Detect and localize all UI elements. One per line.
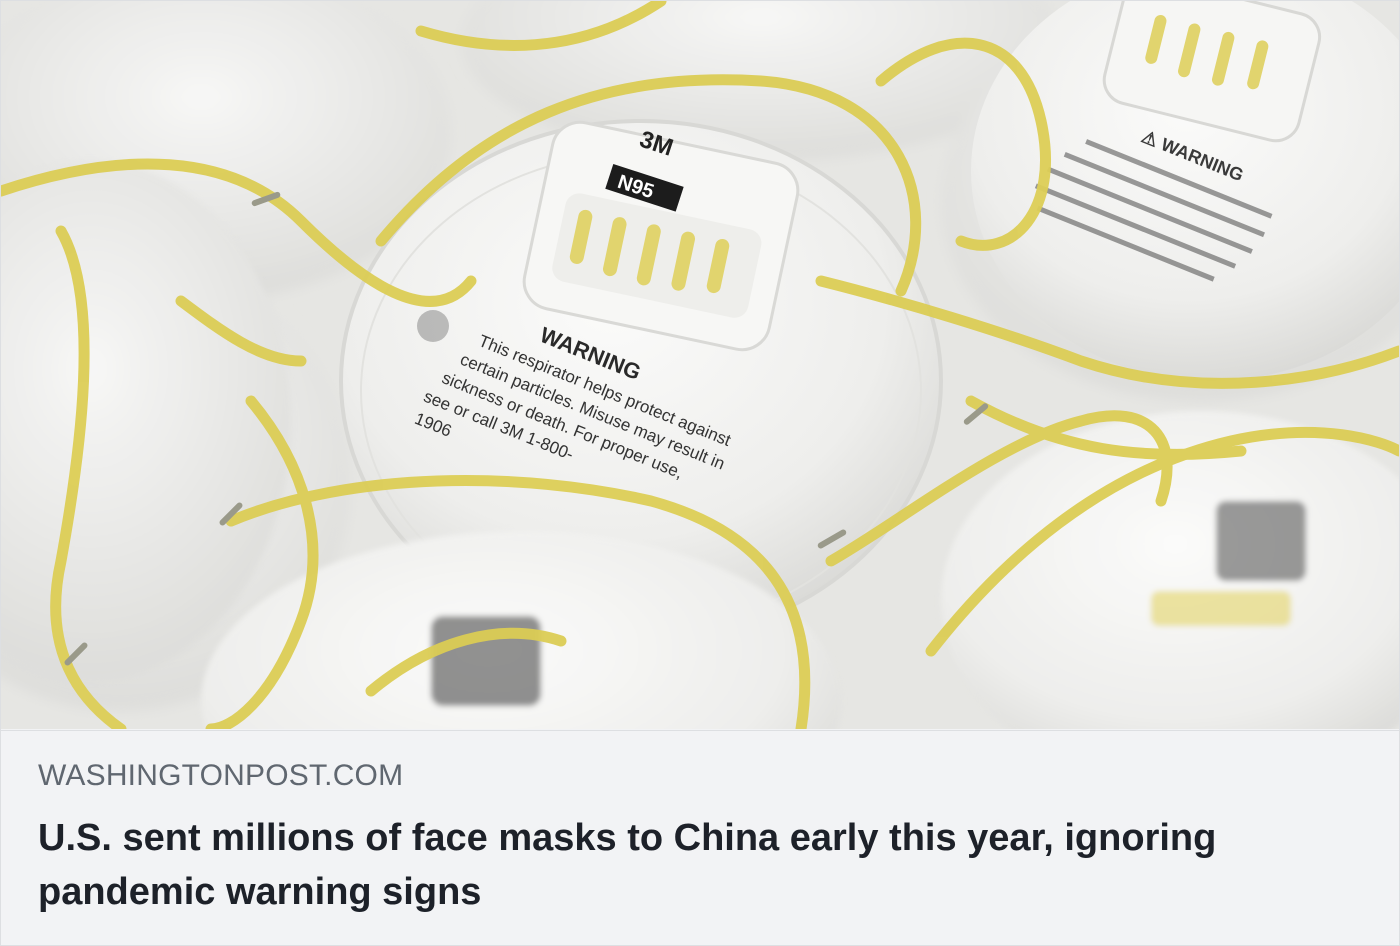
masks-photo: 3M N95 WARNING This respirator helps pro… [1,1,1399,729]
link-caption[interactable]: WASHINGTONPOST.COM U.S. sent millions of… [1,730,1399,945]
article-headline[interactable]: U.S. sent millions of face masks to Chin… [38,811,1338,919]
article-image[interactable]: 3M N95 WARNING This respirator helps pro… [1,1,1399,729]
link-preview-card[interactable]: 3M N95 WARNING This respirator helps pro… [0,0,1400,946]
source-domain: WASHINGTONPOST.COM [38,759,404,792]
